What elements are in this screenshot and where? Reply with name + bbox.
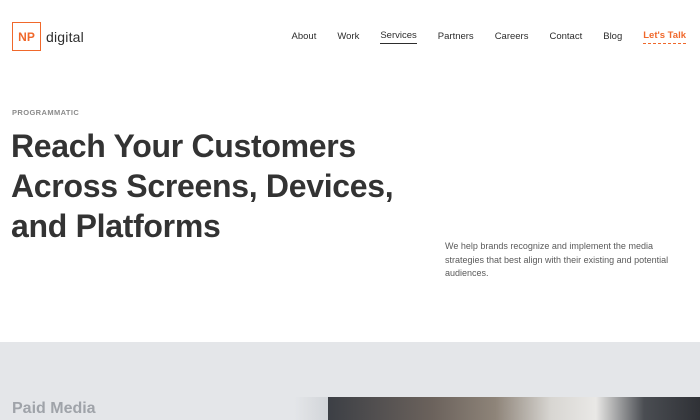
nav-about[interactable]: About <box>292 31 317 44</box>
paid-media-heading: Paid Media <box>12 400 96 417</box>
nav-careers[interactable]: Careers <box>495 31 529 44</box>
nav-blog[interactable]: Blog <box>603 31 622 44</box>
paid-media-section: Paid Media <box>0 342 700 420</box>
logo-wordmark: digital <box>46 28 84 45</box>
laptop-photo <box>328 397 700 420</box>
lets-talk-button[interactable]: Let's Talk <box>643 30 686 44</box>
paid-media-image <box>294 397 700 420</box>
main-nav: About Work Services Partners Careers Con… <box>271 30 686 44</box>
nav-contact[interactable]: Contact <box>549 31 582 44</box>
nav-services[interactable]: Services <box>380 30 417 44</box>
nav-work[interactable]: Work <box>337 31 359 44</box>
hero-description: We help brands recognize and implement t… <box>445 241 669 278</box>
logo-mark: NP <box>12 22 41 51</box>
np-digital-logo[interactable]: NP digital <box>12 22 84 51</box>
hero-headline: Reach Your Customers Across Screens, Dev… <box>11 128 394 244</box>
site-header: NP digital About Work Services Partners … <box>0 0 700 72</box>
nav-partners[interactable]: Partners <box>438 31 474 44</box>
section-eyebrow: PROGRAMMATIC <box>12 108 80 117</box>
